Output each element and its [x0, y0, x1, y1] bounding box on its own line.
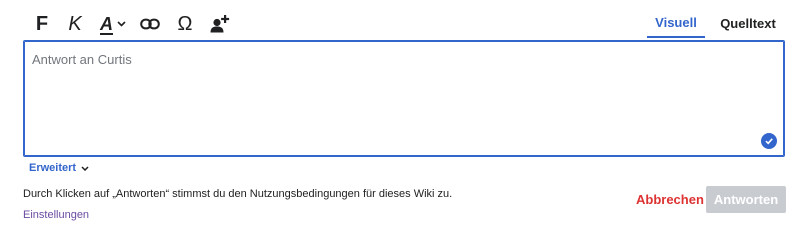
- reply-submit-button[interactable]: Antworten: [706, 186, 786, 213]
- special-character-icon: Ω: [177, 12, 193, 35]
- terms-notice: Durch Klicken auf „Antworten“ stimmst du…: [23, 188, 453, 200]
- link-icon: [140, 18, 160, 30]
- mention-user-button[interactable]: [202, 8, 238, 40]
- bold-icon: F: [35, 12, 49, 35]
- advanced-toggle[interactable]: Erweitert: [29, 162, 89, 174]
- italic-button[interactable]: K: [59, 8, 91, 40]
- advanced-label: Erweitert: [29, 162, 77, 174]
- italic-icon: K: [68, 12, 82, 35]
- bold-button[interactable]: F: [26, 8, 58, 40]
- cancel-button[interactable]: Abbrechen: [632, 186, 708, 212]
- editor-toolbar: F K A Ω: [24, 8, 238, 40]
- chevron-down-icon: [81, 165, 89, 171]
- reply-placeholder: Antwort an Curtis: [32, 52, 132, 67]
- check-icon: [761, 133, 777, 149]
- chevron-down-icon: [117, 21, 126, 27]
- special-character-button[interactable]: Ω: [168, 8, 202, 40]
- tab-source[interactable]: Quelltext: [711, 8, 785, 38]
- text-style-icon: A: [100, 13, 113, 34]
- mention-user-icon: [210, 15, 230, 33]
- reply-textarea[interactable]: Antwort an Curtis: [23, 40, 785, 157]
- link-button[interactable]: [133, 8, 167, 40]
- text-style-dropdown[interactable]: A: [93, 8, 133, 40]
- settings-link[interactable]: Einstellungen: [23, 209, 89, 221]
- tab-visual[interactable]: Visuell: [647, 8, 705, 38]
- editor-mode-tabs: Visuell Quelltext: [647, 8, 785, 38]
